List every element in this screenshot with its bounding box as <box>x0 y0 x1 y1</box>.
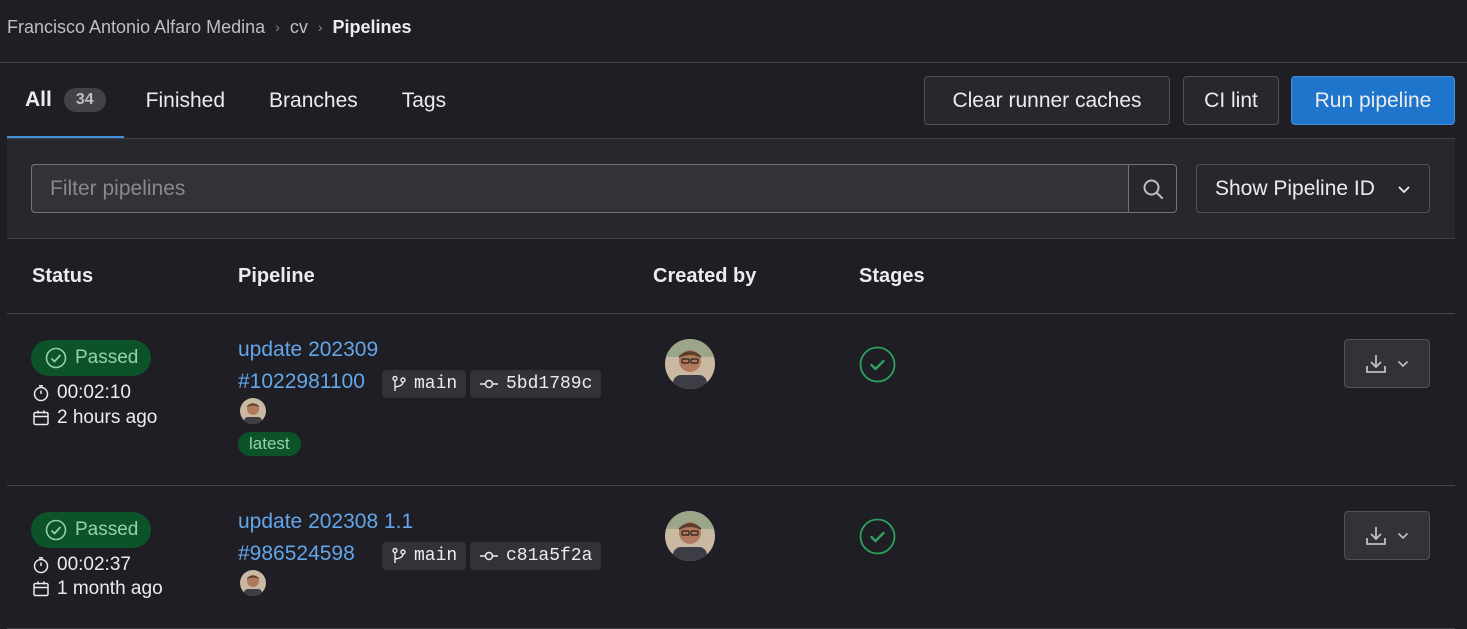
chevron-right-icon: › <box>275 19 280 35</box>
creator-avatar[interactable] <box>665 339 715 389</box>
branch-name: main <box>414 546 458 566</box>
duration: 00:02:10 <box>32 382 131 404</box>
pipeline-tabs: All 34 Finished Branches Tags <box>7 63 468 139</box>
chevron-down-icon <box>1398 185 1410 193</box>
status-badge[interactable]: Passed <box>31 340 151 376</box>
check-circle-icon <box>45 347 67 369</box>
duration-value: 00:02:37 <box>57 554 131 575</box>
table-row: Passed 00:02:10 2 hours ago update 20230… <box>7 314 1455 486</box>
tab-label: All <box>25 87 52 111</box>
calendar-icon <box>33 581 49 597</box>
branch-chip[interactable]: main <box>382 542 467 570</box>
calendar-icon <box>33 410 49 426</box>
check-circle-icon <box>859 346 896 383</box>
duration-value: 00:02:10 <box>57 382 131 403</box>
tab-tags[interactable]: Tags <box>380 63 468 139</box>
breadcrumb-current[interactable]: Pipelines <box>333 17 412 38</box>
status-label: Passed <box>75 347 139 368</box>
tab-all[interactable]: All 34 <box>7 63 124 139</box>
status-badge[interactable]: Passed <box>31 512 151 548</box>
finished-value: 1 month ago <box>57 578 163 599</box>
branch-icon <box>392 547 406 563</box>
count-badge: 34 <box>63 87 106 112</box>
chevron-down-icon <box>1397 360 1409 368</box>
chevron-right-icon: › <box>317 19 323 35</box>
search-icon <box>1143 179 1163 199</box>
branch-name: main <box>414 374 458 394</box>
tab-label: Branches <box>269 89 358 112</box>
duration: 00:02:37 <box>32 554 131 576</box>
finished-time: 2 hours ago <box>32 407 157 429</box>
clear-runner-caches-button[interactable]: Clear runner caches <box>924 76 1170 125</box>
breadcrumb-item-project[interactable]: cv <box>290 17 308 38</box>
avatar[interactable] <box>240 398 266 424</box>
filter-pipelines-input[interactable] <box>31 164 1129 213</box>
avatar-image <box>665 339 715 389</box>
commit-icon <box>480 379 498 389</box>
creator-avatar[interactable] <box>665 511 715 561</box>
download-artifacts-button[interactable] <box>1344 339 1430 388</box>
commit-sha: 5bd1789c <box>506 374 593 394</box>
filter-bar: Show Pipeline ID <box>7 139 1455 239</box>
avatar[interactable] <box>240 570 266 596</box>
branch-icon <box>392 375 406 391</box>
status-label: Passed <box>75 519 139 540</box>
column-header-pipeline: Pipeline <box>238 265 315 287</box>
pipeline-title-link[interactable]: update 202308 1.1 <box>238 510 413 534</box>
finished-value: 2 hours ago <box>57 407 158 428</box>
branch-chip[interactable]: main <box>382 370 467 398</box>
column-header-stages: Stages <box>859 265 925 287</box>
download-artifacts-button[interactable] <box>1344 511 1430 560</box>
download-icon <box>1366 354 1386 373</box>
show-pipeline-id-dropdown[interactable]: Show Pipeline ID <box>1196 164 1430 213</box>
timer-icon <box>33 557 49 574</box>
column-header-created-by: Created by <box>653 265 757 287</box>
commit-icon <box>480 551 498 561</box>
avatar-image <box>240 398 266 424</box>
breadcrumb-item-owner[interactable]: Francisco Antonio Alfaro Medina <box>7 17 265 38</box>
stage-status-passed[interactable] <box>859 346 896 383</box>
commit-chip[interactable]: c81a5f2a <box>470 542 602 570</box>
stage-status-passed[interactable] <box>859 518 896 555</box>
run-pipeline-button[interactable]: Run pipeline <box>1291 76 1455 125</box>
dropdown-label: Show Pipeline ID <box>1215 176 1375 200</box>
check-circle-icon <box>859 518 896 555</box>
commit-sha: c81a5f2a <box>506 546 593 566</box>
pipeline-title-link[interactable]: update 202309 <box>238 338 378 362</box>
search-button[interactable] <box>1128 164 1177 213</box>
tab-label: Finished <box>145 89 226 112</box>
tab-label: Tags <box>401 89 447 112</box>
download-icon <box>1366 526 1386 545</box>
breadcrumb: Francisco Antonio Alfaro Medina › cv › P… <box>7 14 412 40</box>
ci-lint-button[interactable]: CI lint <box>1183 76 1279 125</box>
check-circle-icon <box>45 519 67 541</box>
table-row: Passed 00:02:37 1 month ago update 20230… <box>7 486 1455 629</box>
chevron-down-icon <box>1397 532 1409 540</box>
tab-branches[interactable]: Branches <box>247 63 380 139</box>
avatar-image <box>240 570 266 596</box>
pipeline-id-link[interactable]: #1022981100 <box>238 370 365 394</box>
avatar-image <box>665 511 715 561</box>
table-header: Status Pipeline Created by Stages <box>7 239 1455 314</box>
column-header-status: Status <box>32 265 94 287</box>
tab-finished[interactable]: Finished <box>124 63 247 139</box>
latest-badge: latest <box>238 432 301 456</box>
timer-icon <box>33 385 49 402</box>
pipeline-id-link[interactable]: #986524598 <box>238 542 355 566</box>
finished-time: 1 month ago <box>32 578 163 600</box>
commit-chip[interactable]: 5bd1789c <box>470 370 602 398</box>
